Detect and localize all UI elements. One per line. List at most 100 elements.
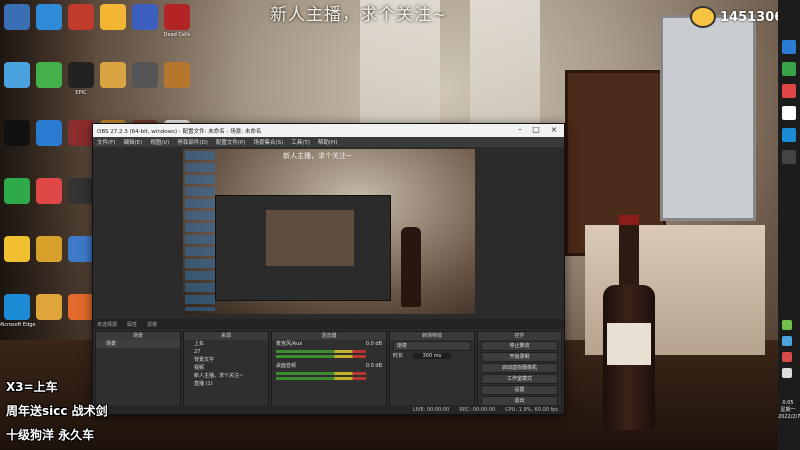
source-item[interactable]: 直播 (1) (184, 380, 268, 388)
control-button[interactable]: 开始录制 (481, 352, 558, 362)
tray-icon[interactable] (782, 320, 792, 330)
properties-button[interactable]: 属性 (127, 321, 137, 328)
mixer-channel-label: 麦克风/Aux (276, 341, 303, 347)
menu-item[interactable]: 场景集合(S) (253, 138, 283, 146)
menu-item[interactable]: 配置文件(P) (216, 138, 246, 146)
taskbar-app-icon[interactable] (782, 40, 796, 54)
app-icon[interactable] (36, 4, 62, 30)
sources-dock-title: 来源 (184, 332, 268, 340)
volume-meter (276, 372, 366, 375)
mixer-channel-label: 桌面音频 (276, 363, 297, 369)
source-item[interactable]: 视频 (184, 364, 268, 372)
obs-titlebar[interactable]: OBS 27.2.3 (64-bit, windows) - 配置文件: 未命名… (93, 124, 564, 137)
app-icon[interactable] (132, 4, 158, 30)
taskbar-clock[interactable]: 0:05 星期一 2022/2/7 (778, 400, 800, 421)
tray-icon[interactable] (782, 336, 792, 346)
tray-icon[interactable] (782, 368, 792, 378)
taskbar (778, 0, 800, 450)
netease-icon[interactable] (36, 178, 62, 204)
app-icon[interactable] (4, 62, 30, 88)
mixer-dock-title: 混音器 (272, 332, 386, 340)
cpu-status: CPU: 1.9%, 60.00 fps (505, 406, 558, 413)
taskbar-app-icon[interactable] (782, 106, 796, 120)
no-source-selected: 未选择源 (97, 321, 118, 328)
clock-time: 0:05 (782, 400, 794, 406)
folder-icon[interactable] (4, 4, 30, 30)
source-item[interactable]: 新人主播，求个关注~ (184, 372, 268, 380)
sources-dock: 来源 上车 27 背景文字 视频 新人主播，求个关注~ 直播 (1) (183, 331, 269, 411)
obs-taskbar-icon[interactable] (782, 150, 796, 164)
source-item[interactable]: 背景文字 (184, 356, 268, 364)
obs-icon[interactable] (68, 178, 94, 204)
obs-statusbar: LIVE: 00:00:00 REC: 00:00:00 CPU: 1.9%, … (93, 405, 564, 414)
control-button[interactable]: 设置 (481, 385, 558, 395)
menu-item[interactable]: 停靠部件(D) (177, 138, 208, 146)
control-button[interactable]: 工作室模式 (481, 374, 558, 384)
filters-button[interactable]: 滤镜 (147, 321, 157, 328)
capcut-icon[interactable] (4, 120, 30, 146)
app-icon[interactable] (100, 4, 126, 30)
monitor (660, 15, 756, 221)
app-icon[interactable] (68, 294, 94, 320)
menu-item[interactable]: 文件(F) (97, 138, 115, 146)
scenes-dock-title: 场景 (96, 332, 180, 340)
taskbar-app-icon[interactable] (782, 62, 796, 76)
app-icon[interactable] (36, 236, 62, 262)
close-icon[interactable]: × (550, 126, 558, 134)
folder-icon[interactable] (36, 294, 62, 320)
epic-icon[interactable] (68, 62, 94, 88)
mixer-channel-db: 0.0 dB (365, 363, 382, 369)
folder-icon[interactable] (100, 62, 126, 88)
menu-item[interactable]: 视图(V) (150, 138, 169, 146)
app-icon[interactable] (36, 120, 62, 146)
overlay-line-3: 十级狗洋 永久车 (6, 428, 95, 442)
overlay-line-1: X3=上车 (6, 380, 58, 394)
transition-select[interactable]: 渐变 (393, 341, 471, 351)
scenes-dock: 场景 场景 (95, 331, 181, 411)
volume-meter (276, 377, 366, 380)
live-status: LIVE: 00:00:00 (412, 406, 450, 413)
app-icon[interactable] (36, 62, 62, 88)
desktop-icon-label: EPIC (75, 90, 87, 96)
source-toolbar: 未选择源 属性 滤镜 (93, 319, 564, 329)
taskbar-app-icon[interactable] (782, 84, 796, 98)
edge-icon[interactable] (4, 294, 30, 320)
source-item[interactable]: 27 (184, 348, 268, 356)
tray-icon[interactable] (782, 352, 792, 362)
game-icon[interactable] (164, 62, 190, 88)
volume-meter (276, 355, 366, 358)
controls-dock: 控件 停止推流 开始录制 启动虚拟摄像机 工作室模式 设置 退出 (477, 331, 562, 411)
preview-desktop-icons (185, 151, 215, 311)
control-button[interactable]: 停止推流 (481, 341, 558, 351)
obs-window[interactable]: OBS 27.2.3 (64-bit, windows) - 配置文件: 未命名… (92, 123, 565, 415)
taskbar-app-icon[interactable] (782, 128, 796, 142)
scene-item[interactable]: 场景 (96, 340, 180, 348)
app-icon[interactable] (132, 62, 158, 88)
game-icon[interactable] (164, 4, 190, 30)
app-icon[interactable] (68, 4, 94, 30)
chart-icon[interactable] (4, 178, 30, 204)
duration-input[interactable]: 300 ms (412, 353, 452, 359)
minimize-icon[interactable]: – (516, 126, 524, 134)
qq-penguin-icon (690, 6, 716, 28)
clock-weekday: 星期一 (780, 407, 796, 413)
preview-nested-obs (215, 195, 391, 301)
overlay-line-2: 周年送sicc 战术剑 (6, 404, 108, 418)
desktop-icon-label: Microsoft Edge (0, 322, 36, 328)
menu-item[interactable]: 帮助(H) (318, 138, 337, 146)
app-icon[interactable] (68, 120, 94, 146)
app-icon[interactable] (68, 236, 94, 262)
clock-date: 2022/2/7 (778, 414, 800, 420)
obs-preview[interactable]: 新人主播，求个关注~ (183, 149, 475, 314)
control-button[interactable]: 启动虚拟摄像机 (481, 363, 558, 373)
maximize-icon[interactable]: □ (532, 126, 540, 134)
obs-window-title: OBS 27.2.3 (64-bit, windows) - 配置文件: 未命名… (97, 128, 262, 135)
preview-wine-bottle (401, 227, 421, 307)
menu-item[interactable]: 编辑(E) (123, 138, 142, 146)
source-item[interactable]: 上车 (184, 340, 268, 348)
duration-label: 时长 (393, 353, 404, 359)
app-icon[interactable] (4, 236, 30, 262)
menu-item[interactable]: 工具(T) (291, 138, 310, 146)
mixer-channel-desktop: 桌面音频 0.0 dB (272, 362, 386, 370)
mixer-dock: 混音器 麦克风/Aux 0.0 dB 桌面音频 0.0 dB (271, 331, 387, 411)
